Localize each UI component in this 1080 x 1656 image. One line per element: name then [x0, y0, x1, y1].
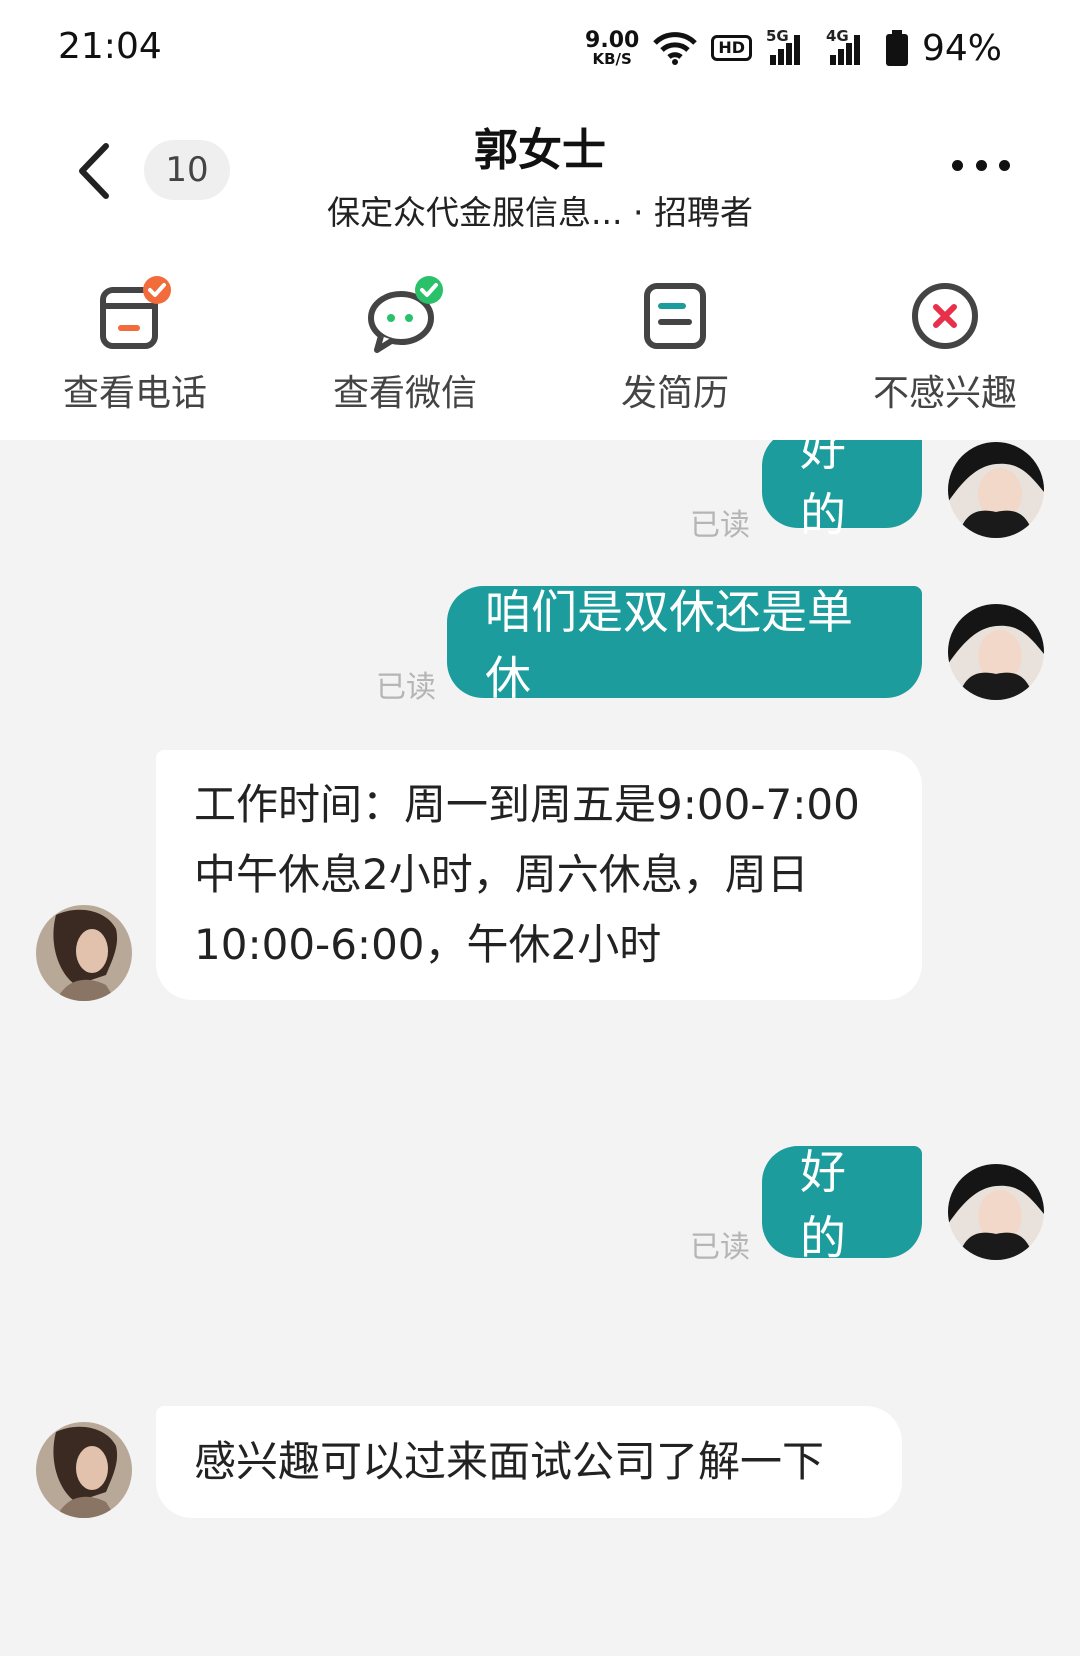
read-status: 已读: [690, 1230, 750, 1265]
message-bubble-outgoing[interactable]: 好的: [762, 1145, 922, 1265]
recruiter-avatar[interactable]: [36, 1422, 132, 1518]
my-avatar[interactable]: [948, 442, 1044, 538]
message-text: 好的: [800, 440, 846, 542]
not-interested-icon: [912, 283, 978, 349]
view-phone-label: 查看电话: [62, 373, 207, 414]
message-bubble-incoming[interactable]: 工作时间：周一到周五是9:00-7:00 中午休息2小时，周六休息，周日 10:…: [156, 750, 922, 1000]
signal-5g-icon: 5G: [765, 27, 812, 65]
network-speed-value: 9.00: [585, 27, 640, 53]
status-bar: 21:04 9.00 KB/S HD 5G 4G 94%: [0, 0, 1080, 96]
message-bubble-incoming[interactable]: 感兴趣可以过来面试公司了解一下: [156, 1406, 902, 1518]
message-line: 中午休息2小时，周六休息，周日: [194, 850, 809, 899]
network-speed-unit: KB/S: [592, 49, 632, 68]
my-avatar[interactable]: [948, 1164, 1044, 1260]
read-status: 已读: [690, 508, 750, 543]
signal-4g-icon: 4G: [825, 27, 872, 65]
battery-percentage: 94%: [921, 27, 1002, 69]
signal-5g-label: 5G: [765, 27, 789, 45]
view-phone-button[interactable]: 查看电话: [0, 246, 270, 440]
view-wechat-label: 查看微信: [332, 373, 477, 414]
message-line: 工作时间：周一到周五是9:00-7:00: [194, 780, 860, 829]
wifi-icon: [653, 32, 698, 65]
contact-name: 郭女士: [474, 125, 606, 176]
signal-4g-label: 4G: [825, 27, 849, 45]
network-speed: 9.00 KB/S: [585, 27, 640, 68]
contact-company: 保定众代金服信息... · 招聘者: [327, 193, 753, 232]
hd-voice-badge: HD: [711, 35, 752, 61]
message-list[interactable]: 已读 好的 已读 咱们是双休还是单休 工作时间：周一到周五是9:00-7:00 …: [0, 440, 1080, 1656]
recruiter-avatar[interactable]: [36, 905, 132, 1001]
send-resume-label: 发简历: [620, 373, 729, 414]
wechat-icon: [368, 276, 443, 353]
message-bubble-outgoing[interactable]: 好的: [762, 440, 922, 542]
my-avatar[interactable]: [948, 604, 1044, 700]
action-bar: 查看电话 查看微信 发简历 不感兴趣: [0, 246, 1080, 440]
chat-title-block[interactable]: 郭女士 保定众代金服信息... · 招聘者: [240, 114, 840, 234]
message-text: 好的: [800, 1145, 846, 1265]
unread-count-badge[interactable]: 10: [144, 140, 230, 200]
status-icons: 9.00 KB/S HD 5G 4G 94%: [585, 24, 1002, 72]
message-bubble-outgoing[interactable]: 咱们是双休还是单休: [447, 585, 922, 705]
send-resume-button[interactable]: 发简历: [540, 246, 810, 440]
resume-icon: [644, 283, 706, 349]
chat-header: 10 郭女士 保定众代金服信息... · 招聘者: [0, 96, 1080, 246]
message-text: 咱们是双休还是单休: [485, 585, 853, 705]
view-wechat-button[interactable]: 查看微信: [270, 246, 540, 440]
back-arrow-icon[interactable]: [70, 136, 120, 206]
not-interested-label: 不感兴趣: [872, 373, 1017, 414]
status-time: 21:04: [58, 26, 162, 67]
message-text: 感兴趣可以过来面试公司了解一下: [194, 1437, 825, 1486]
battery-icon: [885, 30, 908, 66]
read-status: 已读: [376, 670, 436, 705]
more-options-icon[interactable]: [952, 150, 1010, 180]
message-line: 10:00-6:00，午休2小时: [194, 920, 662, 969]
not-interested-button[interactable]: 不感兴趣: [810, 246, 1080, 440]
phone-card-icon: [100, 276, 171, 349]
